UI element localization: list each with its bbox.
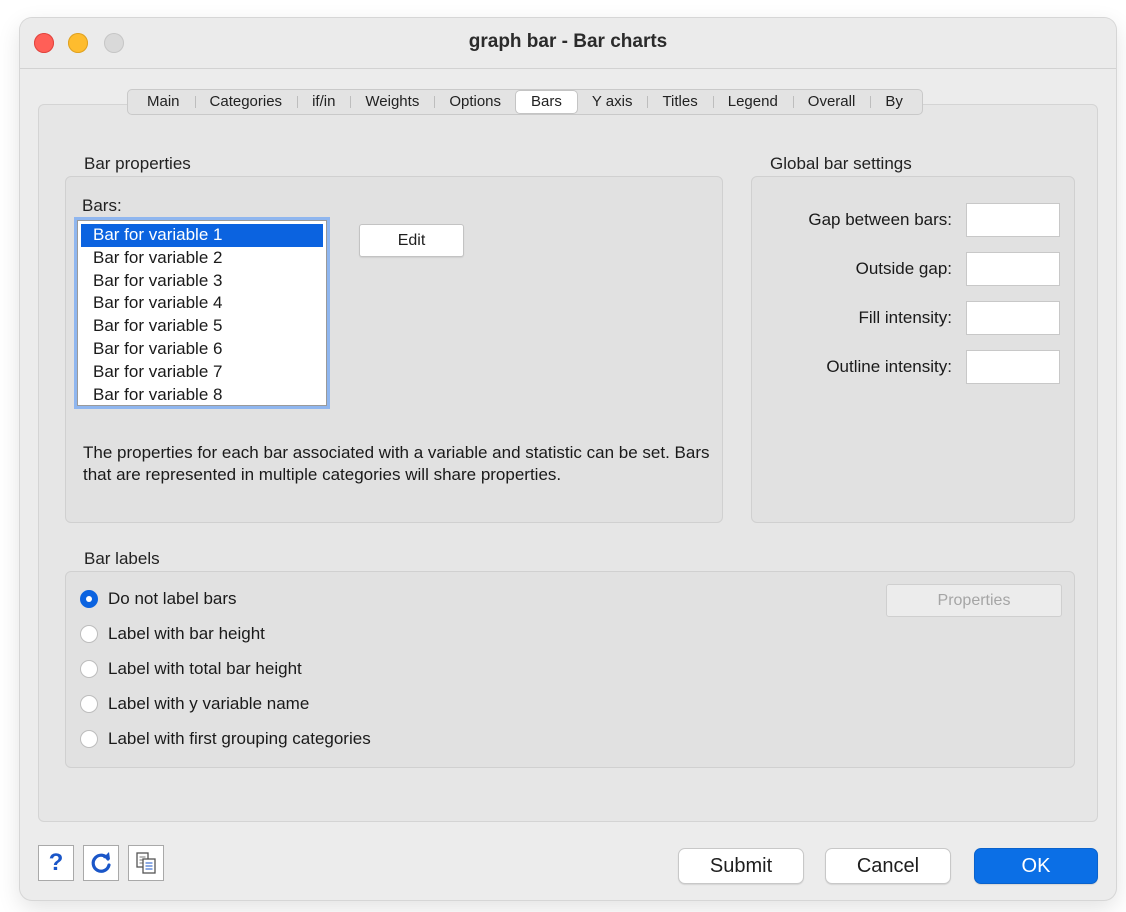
list-item[interactable]: Bar for variable 4 xyxy=(78,292,326,315)
tab-options[interactable]: Options xyxy=(434,91,516,113)
tab-legend[interactable]: Legend xyxy=(712,91,793,113)
radio-label: Label with y variable name xyxy=(108,694,310,713)
radio-button[interactable] xyxy=(80,730,98,748)
radio-label-with-first-grouping-categories[interactable]: Label with first grouping categories xyxy=(80,727,371,751)
bars-label: Bars: xyxy=(82,196,122,215)
bar-properties-help-text: The properties for each bar associated w… xyxy=(83,443,710,484)
radio-button[interactable] xyxy=(80,625,98,643)
tab-bars[interactable]: Bars xyxy=(516,91,577,113)
radio-label: Label with total bar height xyxy=(108,659,302,678)
tab-categories[interactable]: Categories xyxy=(194,91,298,113)
radio-label-with-total-bar-height[interactable]: Label with total bar height xyxy=(80,657,302,681)
tab-titles[interactable]: Titles xyxy=(647,91,712,113)
fill-intensity-label: Fill intensity: xyxy=(858,308,952,327)
radio-button[interactable] xyxy=(80,695,98,713)
outline-intensity-label: Outline intensity: xyxy=(826,357,952,376)
tab-bar: Main Categories if/in Weights Options Ba… xyxy=(127,89,923,115)
reset-button[interactable] xyxy=(83,845,119,881)
bar-labels-heading: Bar labels xyxy=(84,549,160,568)
radio-label-with-bar-height[interactable]: Label with bar height xyxy=(80,622,265,646)
radio-button-selected[interactable] xyxy=(80,590,98,608)
dialog-window: graph bar - Bar charts Main Categories i… xyxy=(20,18,1116,900)
list-item[interactable]: Bar for variable 8 xyxy=(78,384,326,405)
global-bar-settings-heading: Global bar settings xyxy=(770,154,912,173)
edit-button[interactable]: Edit xyxy=(359,224,464,257)
radio-button[interactable] xyxy=(80,660,98,678)
list-item[interactable]: Bar for variable 5 xyxy=(78,315,326,338)
radio-label: Label with bar height xyxy=(108,624,265,643)
tab-if-in[interactable]: if/in xyxy=(297,91,350,113)
list-item[interactable]: Bar for variable 1 xyxy=(81,224,323,247)
tab-weights[interactable]: Weights xyxy=(350,91,434,113)
radio-do-not-label-bars[interactable]: Do not label bars xyxy=(80,587,237,611)
submit-button[interactable]: Submit xyxy=(678,848,804,884)
tab-by[interactable]: By xyxy=(870,91,918,113)
window-title: graph bar - Bar charts xyxy=(468,31,668,52)
title-bar: graph bar - Bar charts xyxy=(20,18,1116,69)
radio-label-with-y-variable-name[interactable]: Label with y variable name xyxy=(80,692,309,716)
fill-intensity-field[interactable] xyxy=(966,301,1060,335)
list-item[interactable]: Bar for variable 2 xyxy=(78,247,326,270)
tab-overall[interactable]: Overall xyxy=(792,91,871,113)
bar-properties-heading: Bar properties xyxy=(84,154,191,173)
cancel-button[interactable]: Cancel xyxy=(825,848,951,884)
copy-icon xyxy=(136,852,156,874)
tab-y-axis[interactable]: Y axis xyxy=(577,91,648,113)
list-item[interactable]: Bar for variable 7 xyxy=(78,361,326,384)
reset-icon xyxy=(91,852,111,873)
properties-button[interactable]: Properties xyxy=(886,584,1062,617)
bars-listbox[interactable]: Bar for variable 1 Bar for variable 2 Ba… xyxy=(77,220,327,406)
list-item[interactable]: Bar for variable 3 xyxy=(78,270,326,293)
help-icon: ? xyxy=(48,849,64,876)
gap-between-bars-field[interactable] xyxy=(966,203,1060,237)
outside-gap-label: Outside gap: xyxy=(855,259,952,278)
tab-main[interactable]: Main xyxy=(132,91,195,113)
copy-command-button[interactable] xyxy=(128,845,164,881)
ok-button[interactable]: OK xyxy=(974,848,1098,884)
gap-between-bars-label: Gap between bars: xyxy=(808,210,952,229)
radio-label: Label with first grouping categories xyxy=(108,729,371,748)
radio-label: Do not label bars xyxy=(108,589,237,608)
list-item[interactable]: Bar for variable 6 xyxy=(78,338,326,361)
help-button[interactable]: ? xyxy=(38,845,74,881)
outside-gap-field[interactable] xyxy=(966,252,1060,286)
outline-intensity-field[interactable] xyxy=(966,350,1060,384)
